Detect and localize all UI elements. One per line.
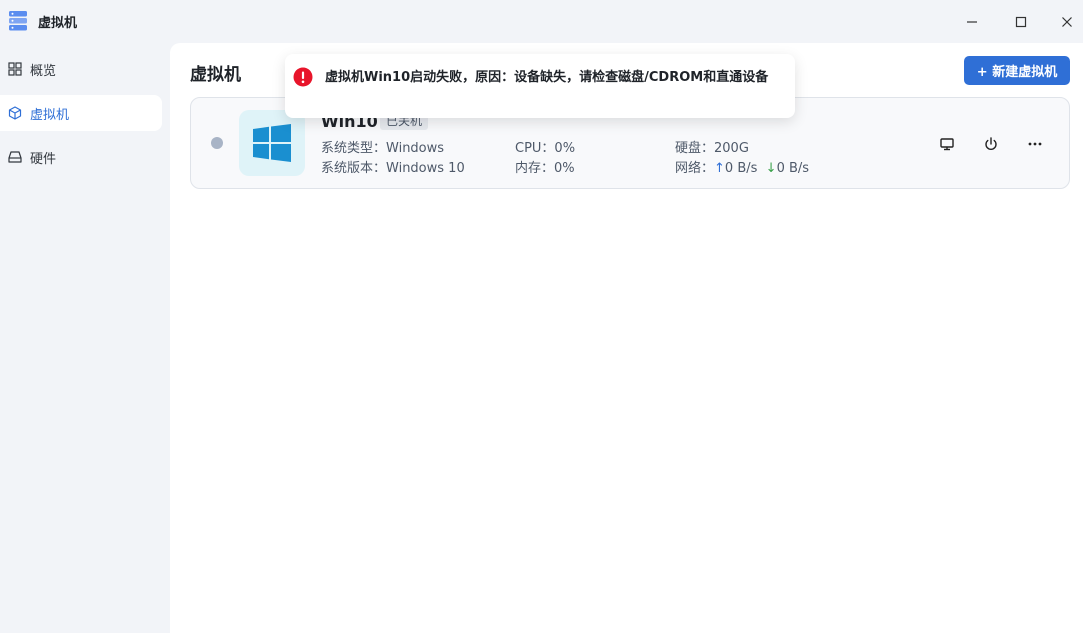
close-icon bbox=[1062, 16, 1072, 27]
cube-icon bbox=[8, 106, 22, 120]
maximize-button[interactable] bbox=[998, 0, 1044, 43]
arrow-up-icon: ↑ bbox=[714, 161, 725, 176]
error-icon bbox=[293, 67, 313, 87]
minimize-icon bbox=[967, 20, 977, 23]
new-vm-button[interactable]: + 新建虚拟机 bbox=[964, 56, 1070, 85]
drive-icon bbox=[8, 150, 22, 164]
status-indicator bbox=[211, 137, 223, 149]
more-button[interactable] bbox=[1023, 132, 1047, 156]
toast-message: 虚拟机Win10启动失败，原因：设备缺失，请检查磁盘/CDROM和直通设备 bbox=[325, 70, 769, 85]
window-title: 虚拟机 bbox=[38, 16, 78, 31]
disk-size: 硬盘：200G bbox=[675, 141, 749, 156]
page-title: 虚拟机 bbox=[190, 65, 241, 85]
console-button[interactable] bbox=[935, 132, 959, 156]
error-toast: 虚拟机Win10启动失败，原因：设备缺失，请检查磁盘/CDROM和直通设备 bbox=[285, 54, 795, 118]
arrow-down-icon: ↓ bbox=[765, 161, 777, 176]
memory-usage: 内存：0% bbox=[515, 161, 575, 176]
grid-icon bbox=[8, 62, 22, 76]
sidebar-item-hardware[interactable]: 硬件 bbox=[0, 139, 162, 175]
os-tile bbox=[239, 110, 305, 176]
maximize-icon bbox=[1015, 16, 1027, 27]
monitor-icon bbox=[940, 138, 954, 151]
network-speed: 网络：↑0 B/s ↓0 B/s bbox=[675, 161, 810, 176]
main-panel: 虚拟机 + 新建虚拟机 Win10 已关机 系统类型：Windows 系统版本：… bbox=[170, 43, 1083, 633]
net-up: 0 B/s bbox=[724, 161, 758, 176]
close-button[interactable] bbox=[1044, 0, 1083, 43]
power-button[interactable] bbox=[979, 132, 1003, 156]
net-down: 0 B/s bbox=[776, 161, 810, 176]
sidebar-item-overview[interactable]: 概览 bbox=[0, 51, 162, 87]
os-version: 系统版本：Windows 10 bbox=[321, 161, 465, 176]
sidebar-item-vm[interactable]: 虚拟机 bbox=[0, 95, 162, 131]
minimize-button[interactable] bbox=[949, 0, 995, 43]
os-type: 系统类型：Windows bbox=[321, 141, 445, 156]
more-icon bbox=[1028, 142, 1042, 146]
sidebar: 概览 虚拟机 硬件 bbox=[0, 43, 170, 633]
server-stack-icon bbox=[9, 11, 27, 31]
power-icon bbox=[985, 137, 997, 151]
cpu-usage: CPU：0% bbox=[515, 141, 576, 156]
sidebar-item-label: 虚拟机 bbox=[30, 107, 70, 123]
title-bar: 虚拟机 bbox=[0, 0, 1083, 43]
sidebar-item-label: 硬件 bbox=[30, 151, 57, 167]
sidebar-item-label: 概览 bbox=[30, 63, 57, 79]
windows-logo-icon bbox=[253, 124, 291, 162]
